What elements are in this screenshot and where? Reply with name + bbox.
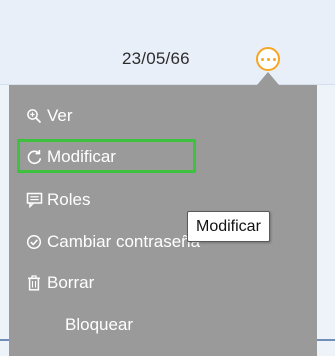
date-cell: 23/05/66 bbox=[122, 49, 190, 68]
trash-icon bbox=[25, 274, 43, 292]
menu-item-label: Bloquear bbox=[65, 315, 134, 334]
zoom-in-icon bbox=[25, 107, 43, 125]
menu-item-label: Borrar bbox=[47, 273, 95, 292]
menu-pointer bbox=[257, 72, 279, 85]
more-horizontal-icon bbox=[266, 57, 270, 61]
menu-item-roles[interactable]: Roles bbox=[9, 183, 317, 217]
menu-item-cambiar-contrasena[interactable]: Cambiar contraseña bbox=[9, 225, 317, 259]
menu-item-bloquear[interactable]: Bloquear bbox=[9, 308, 317, 342]
menu-item-ver[interactable]: Ver bbox=[9, 99, 317, 133]
message-icon bbox=[25, 191, 43, 209]
menu-item-label: Cambiar contraseña bbox=[47, 232, 201, 251]
table-row: 23/05/66 bbox=[0, 0, 335, 85]
more-options-button[interactable] bbox=[256, 47, 280, 71]
tooltip: Modificar bbox=[187, 211, 270, 242]
row-divider bbox=[0, 339, 9, 341]
selection-highlight bbox=[17, 139, 196, 173]
more-horizontal-icon bbox=[272, 57, 276, 61]
row-divider bbox=[317, 339, 335, 341]
context-menu: Ver Modificar Roles Cambiar contraseña B… bbox=[9, 85, 317, 356]
menu-item-label: Roles bbox=[47, 190, 91, 209]
check-circle-icon bbox=[25, 233, 43, 251]
more-horizontal-icon bbox=[260, 57, 264, 61]
menu-item-borrar[interactable]: Borrar bbox=[9, 266, 317, 300]
menu-item-label: Ver bbox=[47, 106, 73, 125]
